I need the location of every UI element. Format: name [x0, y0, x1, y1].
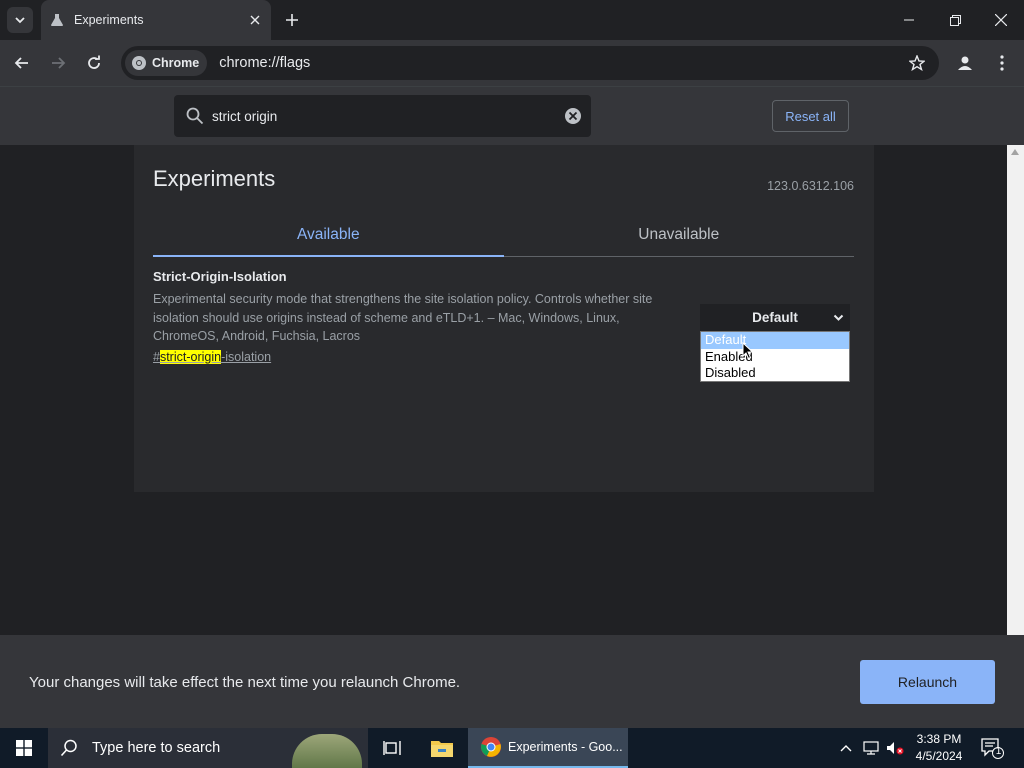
relaunch-button[interactable]: Relaunch: [860, 660, 995, 704]
reload-button[interactable]: [80, 49, 108, 77]
start-button[interactable]: [0, 728, 48, 768]
network-icon: [863, 741, 879, 755]
experiment-description: Experimental security mode that strength…: [153, 292, 653, 343]
new-tab-button[interactable]: [281, 9, 303, 31]
close-icon: [250, 15, 260, 25]
chrome-logo-icon: [481, 737, 501, 757]
tray-overflow-button[interactable]: [836, 728, 856, 768]
tab-experiments[interactable]: Experiments: [41, 0, 271, 40]
reset-all-button[interactable]: Reset all: [772, 100, 849, 132]
clear-search-icon[interactable]: [564, 107, 582, 125]
minimize-icon: [904, 19, 914, 21]
experiment-state-select[interactable]: Default: [700, 304, 850, 331]
back-button[interactable]: [8, 49, 36, 77]
folder-icon: [431, 741, 453, 757]
experiment-entry: Strict-Origin-Isolation Experimental sec…: [153, 269, 683, 366]
search-highlight-illustration: [292, 734, 362, 768]
chevron-down-icon: [833, 314, 844, 321]
tab-title: Experiments: [74, 13, 144, 27]
tab-bar: Available Unavailable: [153, 213, 854, 257]
browser-toolbar: Chrome chrome://flags: [0, 40, 1024, 86]
mouse-cursor-icon: [742, 342, 754, 360]
tab-unavailable[interactable]: Unavailable: [504, 213, 855, 256]
tab-available[interactable]: Available: [153, 213, 504, 257]
volume-tray-icon-button[interactable]: [884, 728, 906, 768]
taskbar-chrome-app[interactable]: Experiments - Goo...: [468, 728, 628, 768]
flags-header: strict origin Reset all: [0, 86, 1024, 145]
profile-icon: [958, 56, 972, 70]
scrollbar[interactable]: [1007, 145, 1024, 635]
option-default[interactable]: Default: [701, 332, 849, 349]
arrow-left-icon: [14, 57, 28, 69]
restore-icon: [949, 14, 961, 26]
chevron-up-icon: [840, 745, 852, 752]
search-icon: [186, 107, 204, 125]
menu-button[interactable]: [988, 49, 1016, 77]
tab-search-button[interactable]: [7, 7, 33, 33]
clock-date: 4/5/2024: [915, 749, 963, 763]
experiment-permalink[interactable]: #strict-origin-isolation: [153, 349, 272, 364]
network-tray-icon-button[interactable]: [860, 728, 882, 768]
chevron-down-icon: [15, 17, 25, 24]
tab-strip: Experiments: [0, 0, 1024, 40]
site-info-chip[interactable]: Chrome: [125, 50, 208, 76]
link-prefix: #: [153, 349, 160, 364]
relaunch-message: Your changes will take effect the next t…: [29, 674, 461, 691]
tab-close-button[interactable]: [245, 10, 265, 30]
content-area: Experiments 123.0.6312.106 Available Una…: [0, 145, 1007, 635]
bookmark-button[interactable]: [903, 49, 931, 77]
screen: Experiments Chrome chrome://flags strict…: [0, 0, 1024, 768]
url-text[interactable]: chrome://flags: [219, 55, 903, 71]
taskbar-clock[interactable]: 3:38 PM 4/5/2024: [908, 731, 970, 765]
notification-center-button[interactable]: 1: [980, 736, 1004, 760]
option-enabled[interactable]: Enabled: [701, 349, 849, 366]
option-disabled[interactable]: Disabled: [701, 365, 849, 382]
select-value: Default: [752, 310, 798, 325]
taskbar-search-box[interactable]: Type here to search: [48, 728, 368, 768]
search-icon: [60, 739, 77, 757]
close-window-button[interactable]: [978, 0, 1024, 40]
restore-button[interactable]: [932, 0, 978, 40]
search-highlight: strict-origin: [159, 349, 222, 364]
star-icon: [909, 55, 925, 71]
search-value: strict origin: [212, 108, 278, 124]
select-dropdown: Default Enabled Disabled: [700, 331, 850, 382]
windows-logo-icon: [16, 740, 32, 756]
relaunch-banner: Your changes will take effect the next t…: [0, 635, 1024, 728]
windows-taskbar: Type here to search Experiments - Goo...…: [0, 728, 1024, 768]
page-title: Experiments: [153, 166, 276, 191]
arrow-right-icon: [52, 57, 66, 69]
flags-search-input[interactable]: strict origin: [174, 95, 591, 137]
taskbar-search-placeholder: Type here to search: [92, 740, 221, 756]
reload-icon: [88, 55, 100, 69]
flask-icon: [51, 14, 63, 26]
notification-count: 1: [995, 746, 1002, 757]
experiment-name: Strict-Origin-Isolation: [153, 269, 287, 284]
link-suffix: -isolation: [221, 349, 272, 364]
address-bar[interactable]: Chrome chrome://flags: [121, 46, 939, 80]
scroll-up-icon[interactable]: [1011, 149, 1019, 155]
close-icon: [995, 14, 1007, 26]
clock-time: 3:38 PM: [916, 732, 962, 746]
volume-muted-icon: [887, 742, 904, 755]
chrome-logo-icon: [132, 56, 146, 70]
file-explorer-button[interactable]: [418, 728, 466, 768]
more-vert-icon: [1000, 55, 1004, 71]
plus-icon: [286, 14, 298, 26]
minimize-button[interactable]: [886, 0, 932, 40]
forward-button[interactable]: [44, 49, 72, 77]
taskbar-app-label: Experiments - Goo...: [508, 740, 623, 754]
profile-button[interactable]: [951, 49, 979, 77]
chip-label: Chrome: [152, 56, 200, 70]
task-view-icon: [383, 741, 401, 755]
version-label: 123.0.6312.106: [767, 179, 854, 193]
task-view-button[interactable]: [368, 728, 416, 768]
